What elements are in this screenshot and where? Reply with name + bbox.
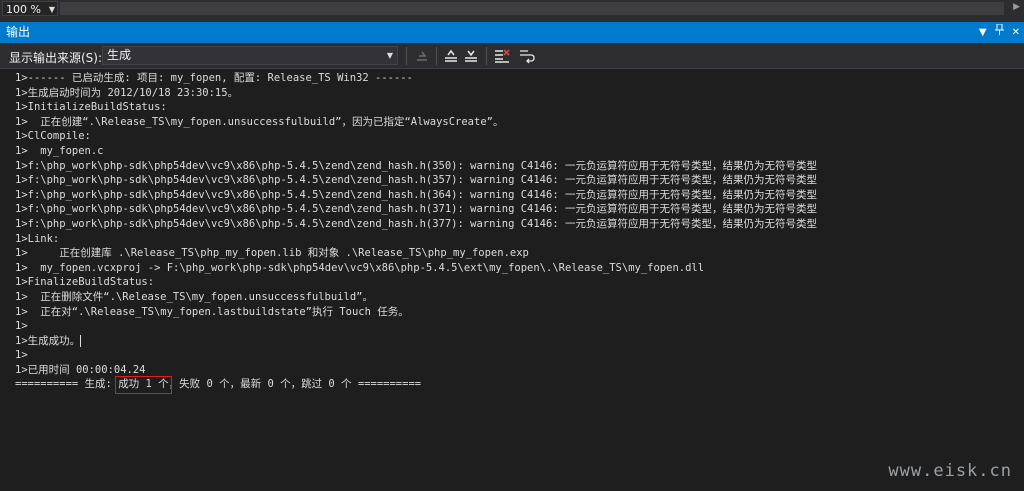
output-source-label: 显示输出来源(S): xyxy=(9,51,103,65)
output-line: 1> 正在创建“.\Release_TS\my_fopen.unsuccessf… xyxy=(15,115,504,128)
text-cursor xyxy=(80,334,82,347)
output-line: 1> xyxy=(15,320,28,333)
output-line: 1>f:\php_work\php-sdk\php54dev\vc9\x86\p… xyxy=(15,203,817,216)
output-line-success: 1>生成成功。 xyxy=(15,334,817,349)
toolbar-separator xyxy=(406,47,407,65)
word-wrap-icon[interactable] xyxy=(518,47,536,65)
output-line: 1>FinalizeBuildStatus: xyxy=(15,276,155,289)
summary-rest: ，失败 0 个，最新 0 个，跳过 0 个 ========== xyxy=(168,378,422,391)
output-log: 1>------ 已启动生成: 项目: my_fopen, 配置: Releas… xyxy=(15,71,817,395)
window-position-icon[interactable]: ▼ xyxy=(979,22,987,43)
toolbar-separator xyxy=(436,47,437,65)
build-success-text: 1>生成成功。 xyxy=(15,334,81,347)
output-line: 1>f:\php_work\php-sdk\php54dev\vc9\x86\p… xyxy=(15,217,817,230)
output-toolbar: 显示输出来源(S): 生成 ▼ xyxy=(0,43,1024,69)
close-icon[interactable]: ✕ xyxy=(1012,22,1020,43)
toolbar-separator xyxy=(486,47,487,65)
output-line: 1>ClCompile: xyxy=(15,130,91,143)
zoom-value: 100 % xyxy=(6,3,41,16)
output-line: 1> my_fopen.c xyxy=(15,144,104,157)
output-line: 1>f:\php_work\php-sdk\php54dev\vc9\x86\p… xyxy=(15,174,817,187)
red-highlight-box xyxy=(115,376,172,395)
output-panel-titlebar: 输出 ▼ ✕ xyxy=(0,22,1024,43)
output-text-area[interactable]: 1>------ 已启动生成: 项目: my_fopen, 配置: Releas… xyxy=(0,69,1024,491)
highlighted-success-count: 成功 1 个 xyxy=(115,376,172,395)
horizontal-scrollbar[interactable] xyxy=(60,2,1004,15)
clear-all-icon[interactable] xyxy=(493,47,511,65)
output-line: 1>已用时间 00:00:04.24 xyxy=(15,363,146,376)
output-line: 1>------ 已启动生成: 项目: my_fopen, 配置: Releas… xyxy=(15,72,413,84)
output-line: 1> my_fopen.vcxproj -> F:\php_work\php-s… xyxy=(15,261,705,274)
zoom-dropdown[interactable]: 100 % ▼ xyxy=(2,1,58,16)
output-line: 1>InitializeBuildStatus: xyxy=(15,101,167,114)
goto-message-icon[interactable] xyxy=(414,47,432,65)
output-source-value: 生成 xyxy=(107,48,132,62)
site-watermark: www.eisk.cn xyxy=(888,461,1012,481)
scroll-right-icon[interactable]: ▶ xyxy=(1013,2,1020,12)
output-line: 1> 正在删除文件“.\Release_TS\my_fopen.unsucces… xyxy=(15,290,373,303)
chevron-down-icon: ▼ xyxy=(386,51,393,60)
titlebar-controls: ▼ ✕ xyxy=(979,22,1024,43)
editor-zoom-strip: 100 % ▼ ▶ xyxy=(0,0,1024,18)
chevron-down-icon: ▼ xyxy=(48,5,55,14)
output-line: 1>生成启动时间为 2012/10/18 23:30:15。 xyxy=(15,86,239,99)
output-line: 1> 正在对“.\Release_TS\my_fopen.lastbuildst… xyxy=(15,305,409,318)
build-summary-line: ========== 生成: 成功 1 个，失败 0 个，最新 0 个，跳过 0… xyxy=(15,376,817,395)
output-line: 1>Link: xyxy=(15,232,60,245)
output-line: 1>f:\php_work\php-sdk\php54dev\vc9\x86\p… xyxy=(15,159,817,172)
pin-icon[interactable] xyxy=(994,22,1004,43)
summary-prefix: ========== 生成: xyxy=(15,378,119,391)
panel-title: 输出 xyxy=(6,25,31,39)
output-line: 1>f:\php_work\php-sdk\php54dev\vc9\x86\p… xyxy=(15,188,817,201)
output-line: 1> xyxy=(15,349,28,362)
output-source-select[interactable]: 生成 ▼ xyxy=(102,46,398,65)
output-line: 1> 正在创建库 .\Release_TS\php_my_fopen.lib 和… xyxy=(15,247,529,260)
previous-message-icon[interactable] xyxy=(442,47,460,65)
next-message-icon[interactable] xyxy=(462,47,480,65)
